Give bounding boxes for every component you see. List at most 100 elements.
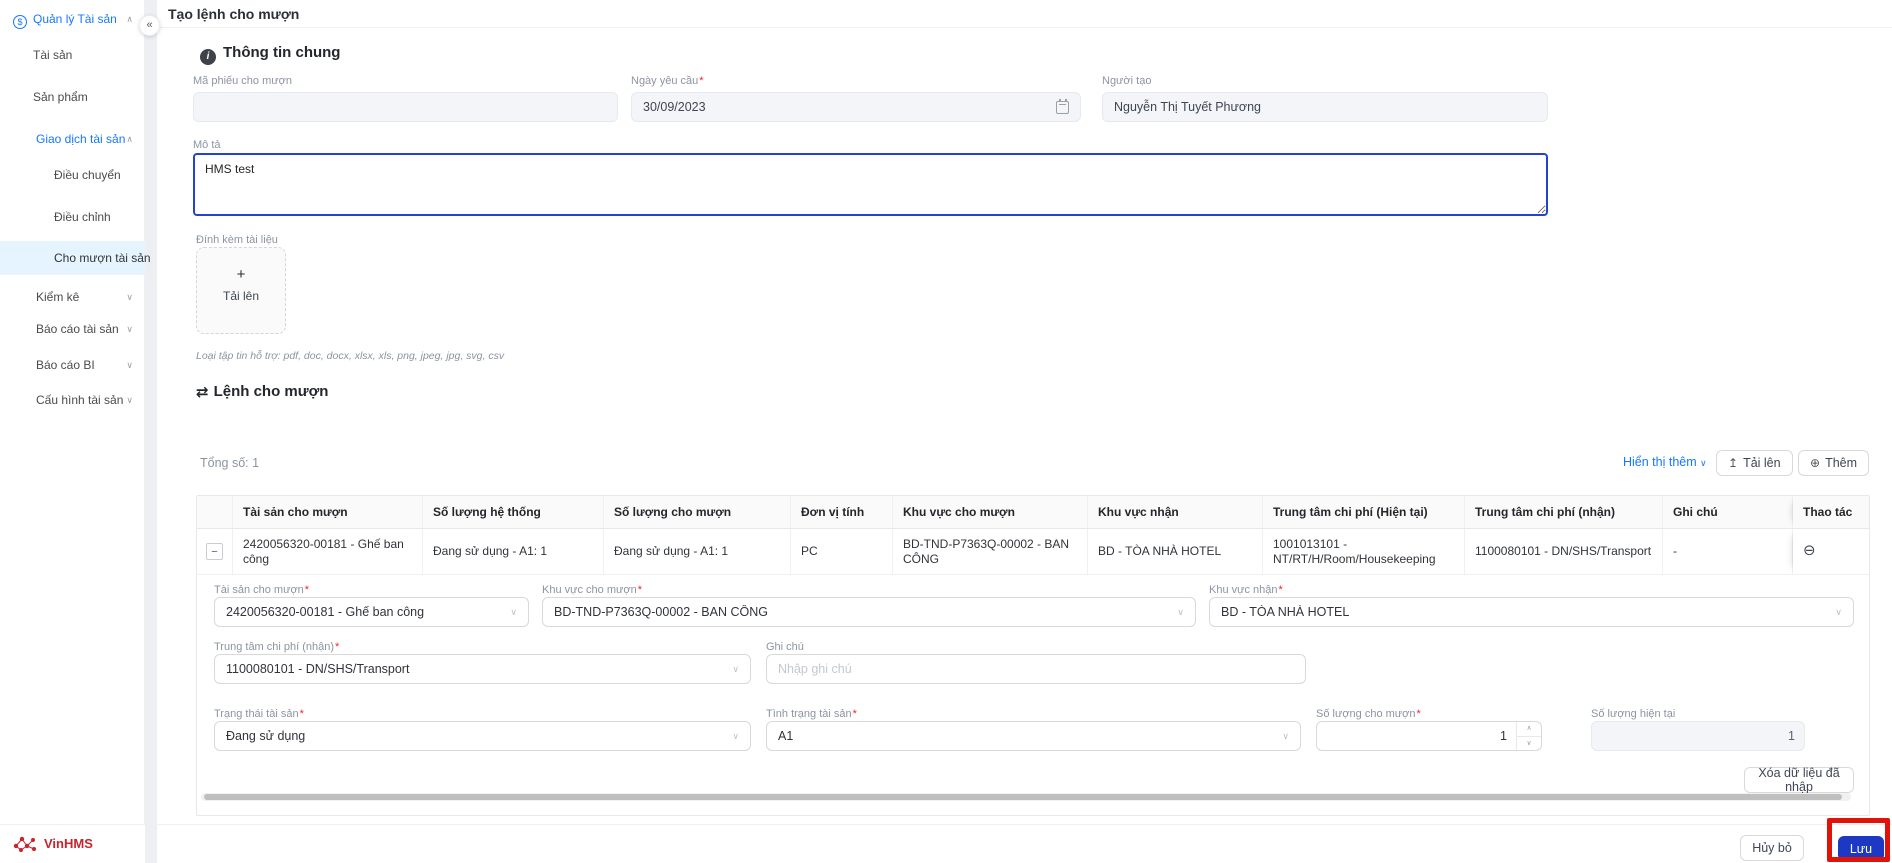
ghi-chu-input[interactable]: Nhập ghi chú <box>766 654 1306 684</box>
vinhms-logo-icon <box>12 834 40 857</box>
detail-field-sl-hien-tai: Số lượng hiện tại 1 <box>1591 709 1805 751</box>
stepper-down-icon[interactable]: ∨ <box>1517 737 1541 751</box>
horizontal-scrollbar[interactable] <box>201 793 1851 801</box>
column-header: Khu vực cho mượn <box>893 496 1088 528</box>
mo-ta-textarea[interactable]: HMS test <box>193 153 1548 216</box>
save-button[interactable]: Lưu <box>1838 836 1884 861</box>
ngay-yeu-cau-input[interactable]: 30/09/2023 <box>631 92 1081 122</box>
cell-tai-san: 2420056320-00181 - Ghế ban công <box>233 529 423 574</box>
sidebar-item-label: Cấu hình tài sản <box>36 393 124 407</box>
footer-bar <box>157 824 1892 863</box>
detail-field-khu-vuc-nhan: Khu vực nhận BD - TÒA NHÀ HOTEL ∨ <box>1209 585 1854 627</box>
cell-ghi-chu: - <box>1663 529 1793 574</box>
loan-table: Tài sản cho mượn Số lượng hệ thống Số lư… <box>196 495 1870 816</box>
table-header-row: Tài sản cho mượn Số lượng hệ thống Số lư… <box>197 496 1869 529</box>
sidebar-item-kiem-ke[interactable]: Kiểm kê ∨ <box>0 286 145 308</box>
select-chevron-icon: ∨ <box>510 606 517 617</box>
table-row: − 2420056320-00181 - Ghế ban công Đang s… <box>197 529 1869 575</box>
upload-icon: ↥ <box>1728 456 1739 470</box>
chevron-down-icon[interactable]: ∨ <box>126 318 133 340</box>
sl-hien-tai-input: 1 <box>1591 721 1805 751</box>
sidebar-item-bao-cao-bi[interactable]: Báo cáo BI ∨ <box>0 354 145 376</box>
field-ma-phieu: Mã phiếu cho mượn <box>193 76 618 122</box>
trang-thai-select[interactable]: Đang sử dụng ∨ <box>214 721 751 751</box>
add-circle-icon: ⊕ <box>1810 456 1821 470</box>
asset-management-icon: $ <box>13 15 27 29</box>
field-label-dinh-kem: Đính kèm tài liệu <box>196 234 278 246</box>
column-header: Trung tâm chi phí (nhận) <box>1465 496 1663 528</box>
upload-button[interactable]: ↥ Tải lên <box>1716 450 1793 476</box>
sidebar-item-label: Quản lý Tài sản <box>33 12 117 26</box>
upload-label: Tải lên <box>222 289 260 303</box>
field-label: Ngày yêu cầu <box>631 76 1081 87</box>
ma-phieu-input[interactable] <box>193 92 618 122</box>
cell-sl-cho-muon: Đang sử dụng - A1: 1 <box>604 529 791 574</box>
sidebar-item-label: Điều chuyển <box>54 168 121 182</box>
cell-khu-vuc-nhan: BD - TÒA NHÀ HOTEL <box>1088 529 1263 574</box>
detail-field-trang-thai: Trạng thái tài sản Đang sử dụng ∨ <box>214 709 751 751</box>
cancel-button[interactable]: Hủy bỏ <box>1740 835 1804 861</box>
tinh-trang-select[interactable]: A1 ∨ <box>766 721 1301 751</box>
add-button[interactable]: ⊕ Thêm <box>1798 450 1870 476</box>
plus-icon: + <box>236 266 246 283</box>
page-title: Tạo lệnh cho mượn <box>168 6 300 22</box>
sidebar: $ Quản lý Tài sản ∧ Tài sản Sản phẩm Giao… <box>0 0 151 863</box>
scrollbar-thumb[interactable] <box>204 794 1842 800</box>
sidebar-item-dieu-chuyen[interactable]: Điều chuyển <box>0 164 145 186</box>
detail-field-sl-cho-muon: Số lượng cho mượn 1 ∧ ∨ <box>1316 709 1542 751</box>
khu-vuc-nhan-select[interactable]: BD - TÒA NHÀ HOTEL ∨ <box>1209 597 1854 627</box>
upload-dropzone[interactable]: + Tải lên <box>196 247 286 334</box>
sidebar-item-bao-cao-tai-san[interactable]: Báo cáo tài sản ∨ <box>0 318 145 340</box>
chevron-down-icon[interactable]: ∨ <box>126 286 133 308</box>
nguoi-tao-input[interactable]: Nguyễn Thị Tuyết Phương <box>1102 92 1548 122</box>
field-label-mo-ta: Mô tả <box>193 139 221 151</box>
column-header: Đơn vị tính <box>791 496 893 528</box>
column-header: Số lượng hệ thống <box>423 496 604 528</box>
column-header: Trung tâm chi phí (Hiện tại) <box>1263 496 1465 528</box>
sidebar-item-label: Sản phẩm <box>33 90 88 104</box>
select-chevron-icon: ∨ <box>732 663 739 674</box>
sidebar-item-cho-muon-tai-san[interactable]: Cho mượn tài sản <box>0 241 151 275</box>
chevron-down-icon: ∨ <box>1700 458 1707 468</box>
calendar-icon <box>1056 98 1069 114</box>
detail-field-ghi-chu: Ghi chú Nhập ghi chú <box>766 642 1306 684</box>
info-icon: i <box>200 49 216 65</box>
sl-cho-muon-stepper[interactable]: 1 ∧ ∨ <box>1316 721 1542 751</box>
show-more-link[interactable]: Hiển thị thêm ∨ <box>1623 455 1707 469</box>
swap-icon: ⇄ <box>196 384 209 401</box>
detail-field-tinh-trang: Tình trạng tài sản A1 ∨ <box>766 709 1301 751</box>
detail-field-tai-san: Tài sản cho mượn 2420056320-00181 - Ghế … <box>214 585 529 627</box>
cell-ttcp-hien-tai: 1001013101 - NT/RT/H/Room/Housekeeping <box>1263 529 1465 574</box>
cell-sl-he-thong: Đang sử dụng - A1: 1 <box>423 529 604 574</box>
chevron-down-icon[interactable]: ∨ <box>126 354 133 376</box>
sidebar-footer: VinHMS <box>0 824 145 863</box>
collapse-row-button[interactable]: − <box>206 543 223 560</box>
remove-row-icon[interactable]: ⊖ <box>1803 542 1816 561</box>
sidebar-collapse-button[interactable]: « <box>139 15 160 36</box>
stepper-up-icon[interactable]: ∧ <box>1517 722 1541 737</box>
sidebar-item-giao-dich-tai-san[interactable]: Giao dịch tài sản ∧ <box>0 128 145 150</box>
field-nguoi-tao: Người tạo Nguyễn Thị Tuyết Phương <box>1102 76 1548 122</box>
chevron-down-icon[interactable]: ∨ <box>126 389 133 411</box>
clear-data-button[interactable]: Xóa dữ liệu đã nhập <box>1744 766 1854 794</box>
page-header: Tạo lệnh cho mượn <box>157 0 1892 28</box>
sidebar-item-quan-ly-tai-san[interactable]: $ Quản lý Tài sản ∧ <box>0 8 145 30</box>
tai-san-select[interactable]: 2420056320-00181 - Ghế ban công ∨ <box>214 597 529 627</box>
row-detail-panel: Tài sản cho mượn 2420056320-00181 - Ghế … <box>197 575 1869 804</box>
chevron-up-icon[interactable]: ∧ <box>126 128 133 150</box>
sidebar-item-tai-san[interactable]: Tài sản <box>0 44 145 66</box>
sidebar-item-label: Điều chỉnh <box>54 210 111 224</box>
detail-field-ttcp-nhan: Trung tâm chi phí (nhận) 1100080101 - DN… <box>214 642 751 684</box>
sidebar-item-san-pham[interactable]: Sản phẩm <box>0 86 145 108</box>
chevron-up-icon[interactable]: ∧ <box>126 8 133 30</box>
sidebar-item-label: Kiểm kê <box>36 290 80 304</box>
select-chevron-icon: ∨ <box>1282 730 1289 741</box>
khu-vuc-cho-muon-select[interactable]: BD-TND-P7363Q-00002 - BAN CÔNG ∨ <box>542 597 1196 627</box>
sidebar-item-label: Báo cáo tài sản <box>36 322 119 336</box>
ttcp-nhan-select[interactable]: 1100080101 - DN/SHS/Transport ∨ <box>214 654 751 684</box>
detail-field-khu-vuc-cho-muon: Khu vực cho mượn BD-TND-P7363Q-00002 - B… <box>542 585 1196 627</box>
sidebar-item-cau-hinh-tai-san[interactable]: Cấu hình tài sản ∨ <box>0 389 145 411</box>
column-header: Số lượng cho mượn <box>604 496 791 528</box>
cell-ttcp-nhan: 1100080101 - DN/SHS/Transport <box>1465 529 1663 574</box>
sidebar-item-dieu-chinh[interactable]: Điều chỉnh <box>0 206 145 228</box>
